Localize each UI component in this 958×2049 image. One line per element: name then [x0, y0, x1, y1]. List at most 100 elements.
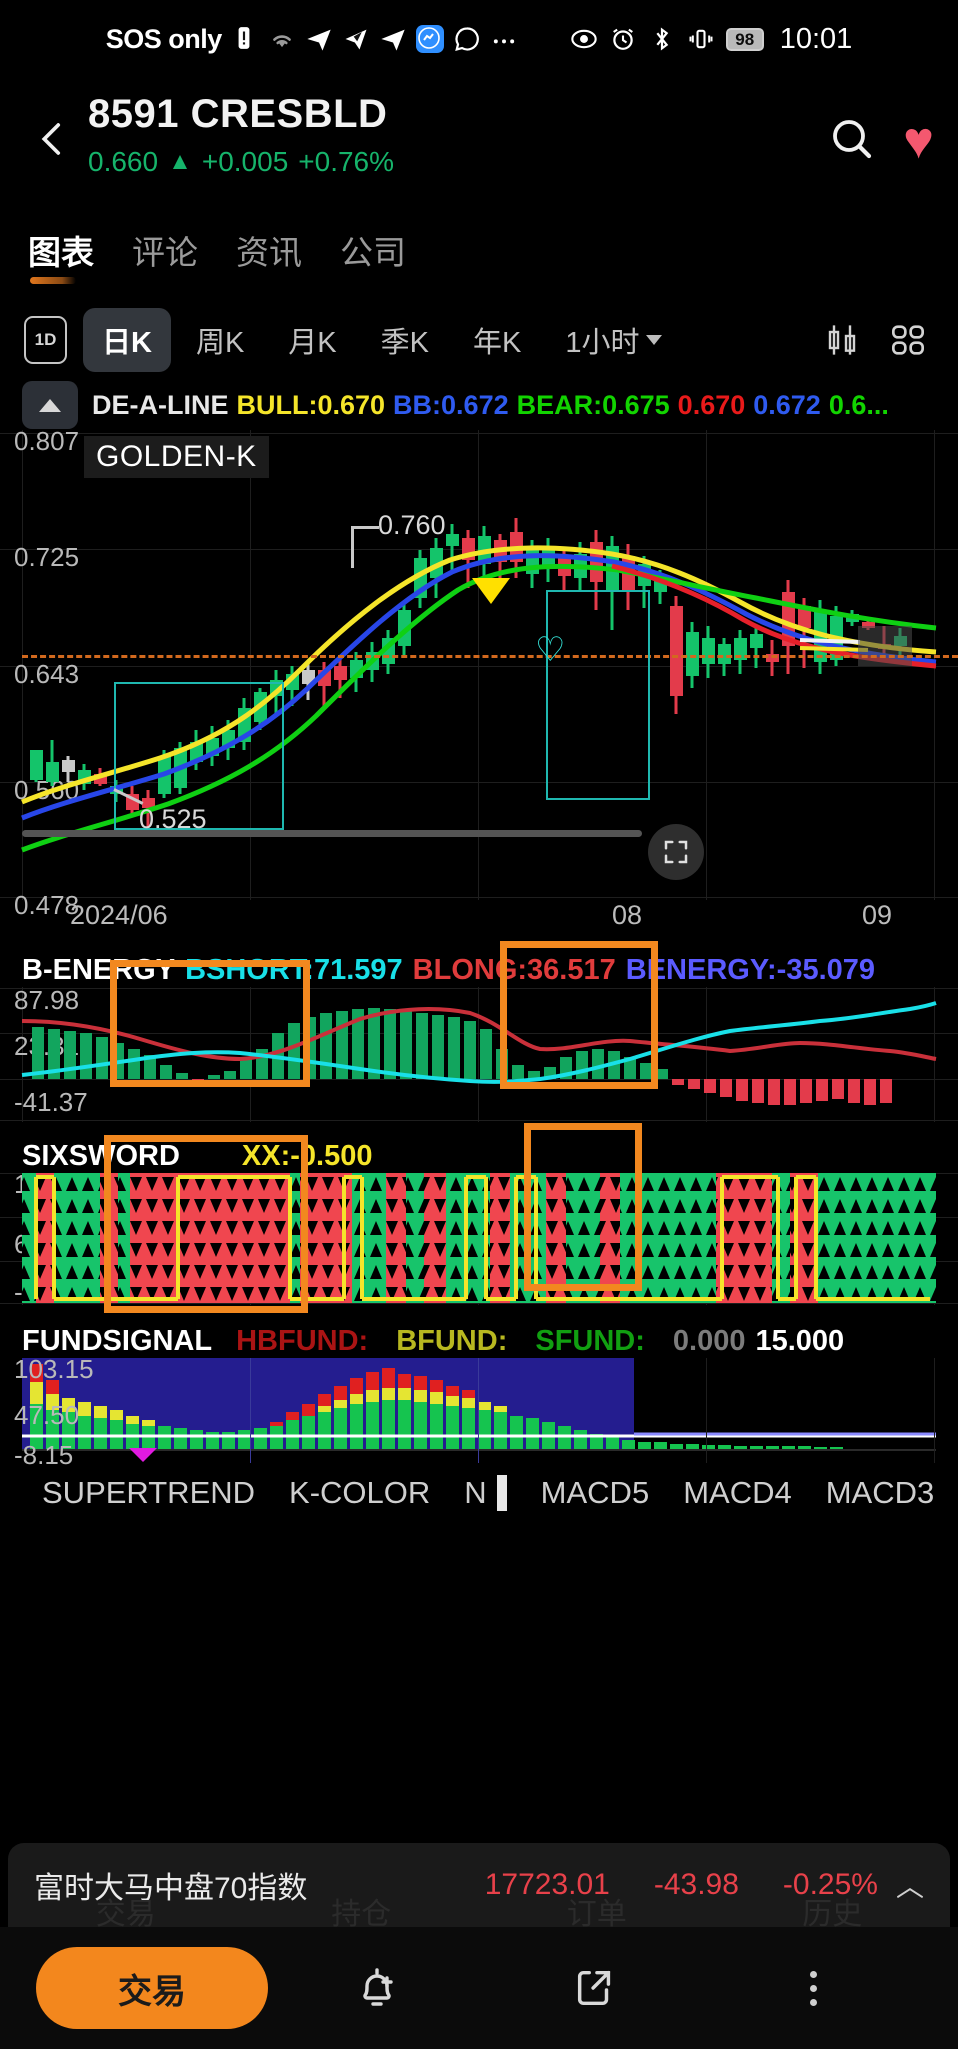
- high-callout-line-h: [351, 526, 379, 529]
- grid-layout-icon[interactable]: [878, 316, 938, 364]
- eye-icon: [570, 25, 598, 53]
- favorite-heart-icon[interactable]: ♥: [903, 115, 934, 167]
- fundsignal-zero: 0.000: [672, 1325, 746, 1357]
- fundsignal-legend: FUNDSIGNAL HBFUND: BFUND: SFUND: 0.000 15.000: [0, 1325, 958, 1358]
- battery-level: 98: [725, 27, 764, 51]
- collapse-up-icon[interactable]: [22, 381, 78, 429]
- price-chart-xaxis: 2024/06 08 09: [0, 900, 958, 946]
- chart-horizontal-scrollbar[interactable]: [22, 830, 642, 837]
- legend-bb: BB:0.672: [393, 389, 509, 420]
- indicator-tab-macd4[interactable]: MACD4: [683, 1475, 792, 1511]
- ma-yellow-seg: [799, 646, 869, 652]
- fundsignal-ytick-2: -8.15: [14, 1440, 74, 1470]
- wifi-icon: [268, 25, 296, 53]
- page-title: 8591 CRESBLD: [88, 92, 388, 136]
- tab-news[interactable]: 资讯: [236, 226, 302, 282]
- ma-white-seg: [799, 638, 861, 644]
- b-energy-marker-box-left: [110, 960, 310, 1087]
- telegram-icon-2: [379, 25, 407, 53]
- back-button[interactable]: [24, 104, 82, 174]
- price-change-percent: +0.76%: [298, 146, 395, 177]
- telegram-icon: [305, 25, 333, 53]
- app-screen: SOS only 98 10:01 8591 CRESBLD 0.660 ▲ +…: [0, 0, 958, 2049]
- indicator-tab-macd3[interactable]: MACD3: [826, 1475, 935, 1511]
- trade-button[interactable]: 交易: [36, 1947, 268, 2029]
- whatsapp-icon: [453, 25, 481, 53]
- candlestick-icon[interactable]: [812, 316, 872, 364]
- more-vertical-icon[interactable]: [704, 1970, 922, 2006]
- b-energy-benergy: BENERGY:-35.079: [625, 954, 876, 986]
- period-hour-dropdown[interactable]: 1小时: [546, 308, 681, 372]
- reference-price-line: [22, 655, 958, 658]
- fullscreen-expand-icon[interactable]: [648, 824, 704, 880]
- chevron-up-icon[interactable]: ︿: [896, 1865, 924, 1905]
- price-up-arrow-icon: ▲: [168, 148, 192, 175]
- messenger-icon: [415, 25, 444, 53]
- sixsword-marker-box-left: [104, 1135, 308, 1313]
- indicator-tab-macd5[interactable]: MACD5: [541, 1475, 650, 1511]
- index-name: 富时大马中盘70指数: [34, 1872, 308, 1905]
- indicator-tab-supertrend[interactable]: SUPERTREND: [42, 1475, 255, 1511]
- tab-company[interactable]: 公司: [340, 226, 406, 282]
- index-change-percent: -0.25%: [782, 1868, 878, 1901]
- alert-bell-plus-icon[interactable]: [268, 1964, 486, 2012]
- chevron-down-icon: [646, 335, 663, 345]
- fundsignal-sfund: SFUND:: [535, 1325, 645, 1357]
- sixsword-panel[interactable]: 12.89 6.00 -0.89: [0, 1123, 958, 1313]
- last-price: 0.660: [88, 146, 159, 177]
- fundsignal-ytick-0: 103.15: [14, 1354, 94, 1384]
- index-change: -43.98: [653, 1868, 739, 1901]
- high-callout-line-v: [351, 526, 354, 568]
- grey-zone: [858, 626, 912, 666]
- quote-summary: 0.660 ▲ +0.005 +0.76%: [88, 146, 827, 178]
- period-month[interactable]: 月K: [269, 308, 355, 372]
- fundsignal-bfund: BFUND:: [396, 1325, 508, 1357]
- page-header: 8591 CRESBLD 0.660 ▲ +0.005 +0.76% ♥: [0, 78, 958, 198]
- period-quarter[interactable]: 季K: [362, 308, 448, 372]
- legend-bull: BULL:0.670: [236, 389, 386, 420]
- status-bar: SOS only 98 10:01: [0, 0, 958, 78]
- market-index-bar[interactable]: 交易 持仓 订单 历史 富时大马中盘70指数 17723.01 -43.98 -…: [8, 1843, 950, 1927]
- fundsignal-hbfund: HBFUND:: [236, 1325, 369, 1357]
- alarm-icon: [609, 25, 637, 53]
- high-callout-label: 0.760: [378, 510, 446, 540]
- indicator-tab-n[interactable]: N: [464, 1475, 486, 1511]
- period-year[interactable]: 年K: [454, 308, 540, 372]
- bluetooth-icon: [648, 25, 676, 53]
- legend-val-green: 0.6...: [828, 389, 889, 420]
- legend-bear: BEAR:0.675: [516, 389, 670, 420]
- legend-val-blue: 0.672: [753, 389, 821, 420]
- fund-buy-marker: [129, 1448, 157, 1462]
- de-a-line-legend: DE-A-LINE BULL:0.670 BB:0.672 BEAR:0.675 0.6…: [92, 390, 897, 421]
- fundsignal-name: FUNDSIGNAL: [22, 1325, 213, 1357]
- xtick-1: 08: [612, 900, 643, 930]
- indicator-tab-kcolor[interactable]: K-COLOR: [289, 1475, 430, 1511]
- alert-icon: [231, 25, 259, 53]
- tab-comments[interactable]: 评论: [132, 226, 198, 282]
- legend-val-red: 0.670: [677, 389, 746, 420]
- fundsignal-panel[interactable]: 103.15 47.50 -8.15: [0, 1354, 958, 1470]
- intraday-1d-button[interactable]: 1D: [24, 316, 67, 364]
- search-icon[interactable]: [827, 114, 875, 167]
- sixsword-marker-box-right: [524, 1123, 642, 1291]
- period-selector: 1D 日K 周K 月K 季K 年K 1小时: [0, 282, 958, 372]
- period-day[interactable]: 日K: [83, 308, 171, 372]
- price-chart-panel[interactable]: 0.807 0.725 0.643 0.560 0.478 GOLDEN-K 0…: [0, 426, 958, 920]
- period-week[interactable]: 周K: [177, 308, 263, 372]
- ghost-position: 持仓: [331, 1898, 392, 1927]
- b-energy-panel[interactable]: 87.98 23.31 -41.37: [0, 941, 958, 1122]
- xtick-0: 2024/06: [70, 900, 168, 930]
- fundsignal-series: [22, 1358, 936, 1462]
- b-energy-marker-box-right: [500, 941, 658, 1089]
- more-icon: [490, 25, 518, 53]
- bookmark-heart-outline-icon: ♡: [535, 631, 566, 669]
- tab-chart[interactable]: 图表: [28, 226, 94, 284]
- highlight-box-right: [546, 590, 650, 800]
- clock: 10:01: [779, 22, 853, 55]
- share-icon[interactable]: [486, 1965, 704, 2011]
- main-indicator-legend: DE-A-LINE BULL:0.670 BB:0.672 BEAR:0.675 0.6…: [0, 372, 958, 430]
- price-change: +0.005: [201, 146, 289, 177]
- app-icon: [342, 25, 370, 53]
- indicator-name: DE-A-LINE: [92, 389, 229, 420]
- text-cursor: [496, 1475, 507, 1511]
